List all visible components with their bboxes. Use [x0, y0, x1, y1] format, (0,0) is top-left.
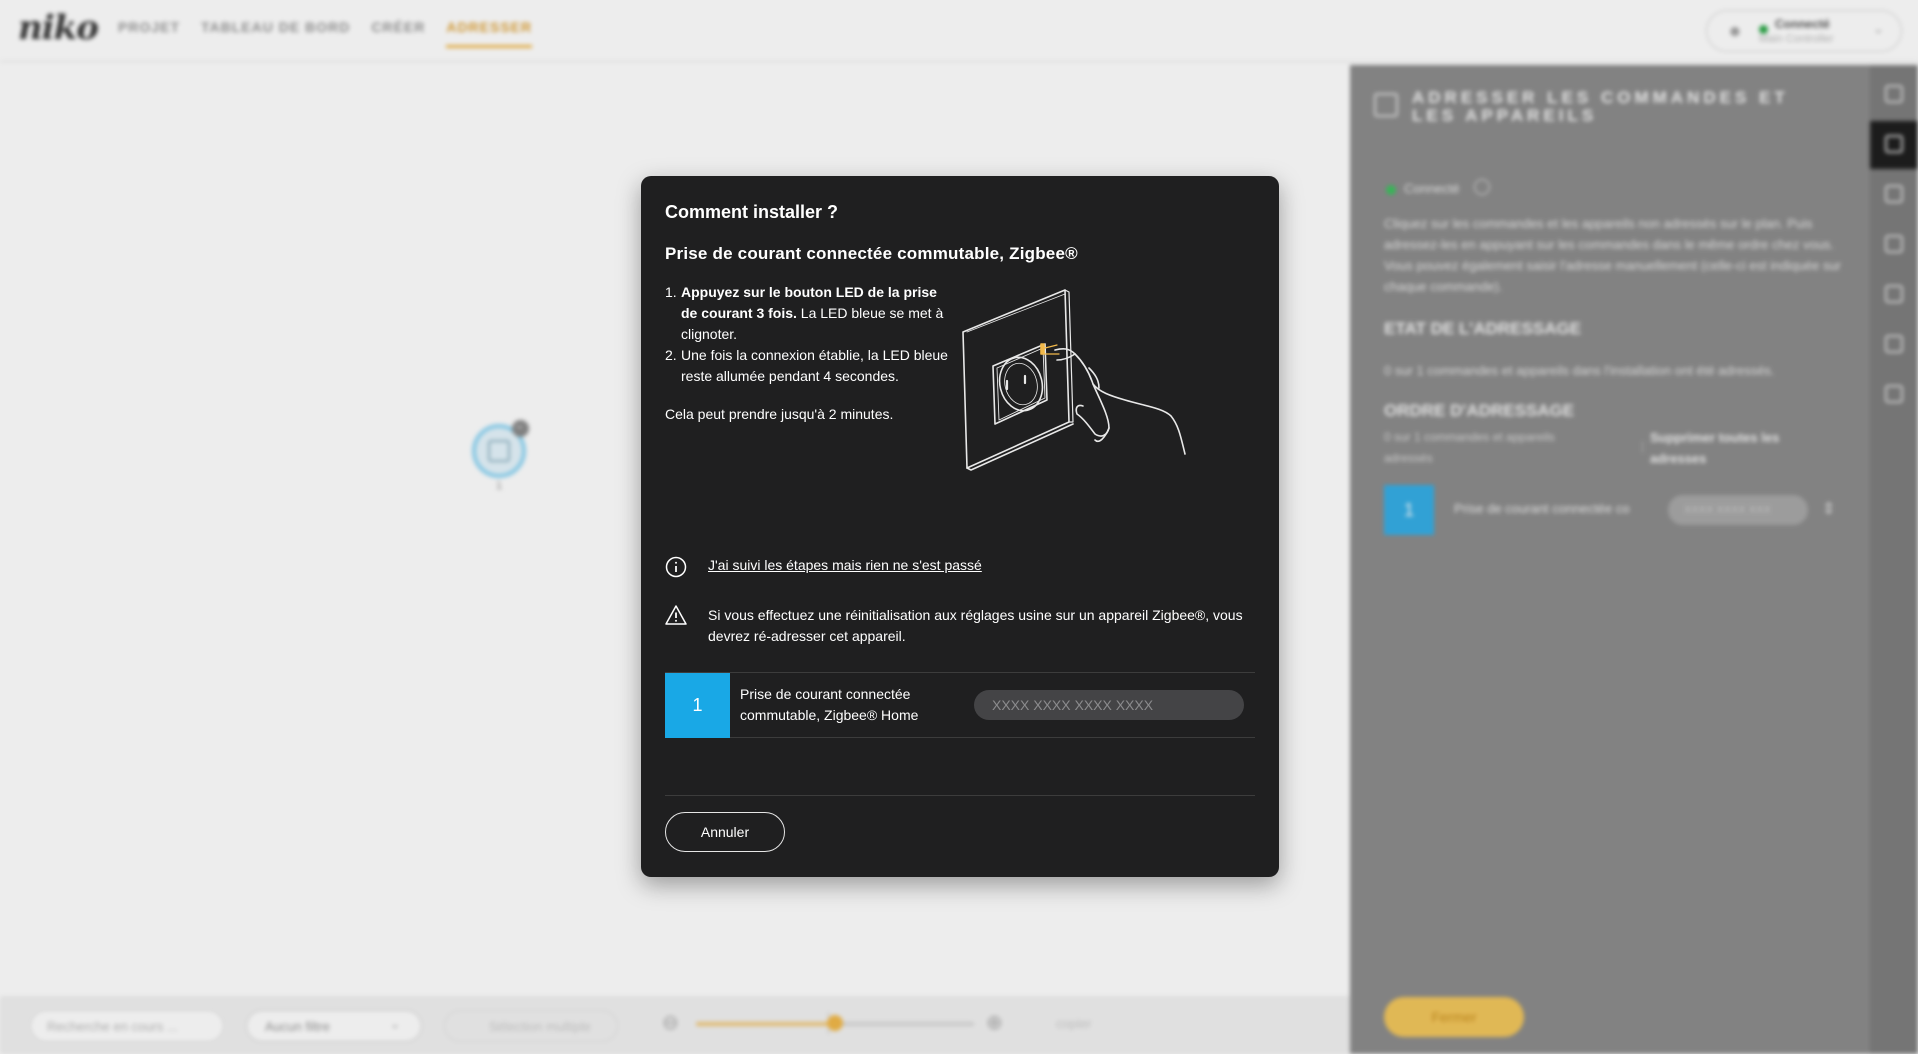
device-label: Prise de courant connectée commutable, Z… [740, 686, 919, 723]
factory-reset-warning: Si vous effectuez une réinitialisation a… [708, 607, 1243, 644]
device-address-row: 1 Prise de courant connectée commutable,… [665, 672, 1255, 738]
info-icon [665, 556, 687, 578]
step-number: 1. [665, 284, 677, 300]
socket-press-illustration [962, 289, 1186, 471]
step-text: Une fois la connexion établie, la LED bl… [681, 347, 948, 384]
instruction-step: 1. Appuyez sur le bouton LED de la prise … [665, 282, 955, 345]
troubleshoot-link[interactable]: J'ai suivi les étapes mais rien ne s'est… [708, 557, 982, 573]
footer-divider [665, 795, 1255, 796]
duration-note: Cela peut prendre jusqu'à 2 minutes. [665, 406, 894, 422]
dialog-subtitle: Prise de courant connectée commutable, Z… [665, 244, 1078, 263]
instruction-step: 2. Une fois la connexion établie, la LED … [665, 345, 955, 387]
cancel-button[interactable]: Annuler [665, 812, 785, 852]
warning-icon [665, 605, 687, 625]
dialog-title: Comment installer ? [665, 202, 839, 222]
step-number: 2. [665, 347, 677, 363]
device-address-input[interactable] [974, 690, 1244, 720]
instruction-steps: 1. Appuyez sur le bouton LED de la prise … [665, 282, 955, 387]
device-order-number: 1 [665, 673, 730, 738]
install-help-dialog: Comment installer ? Prise de courant con… [641, 176, 1279, 877]
